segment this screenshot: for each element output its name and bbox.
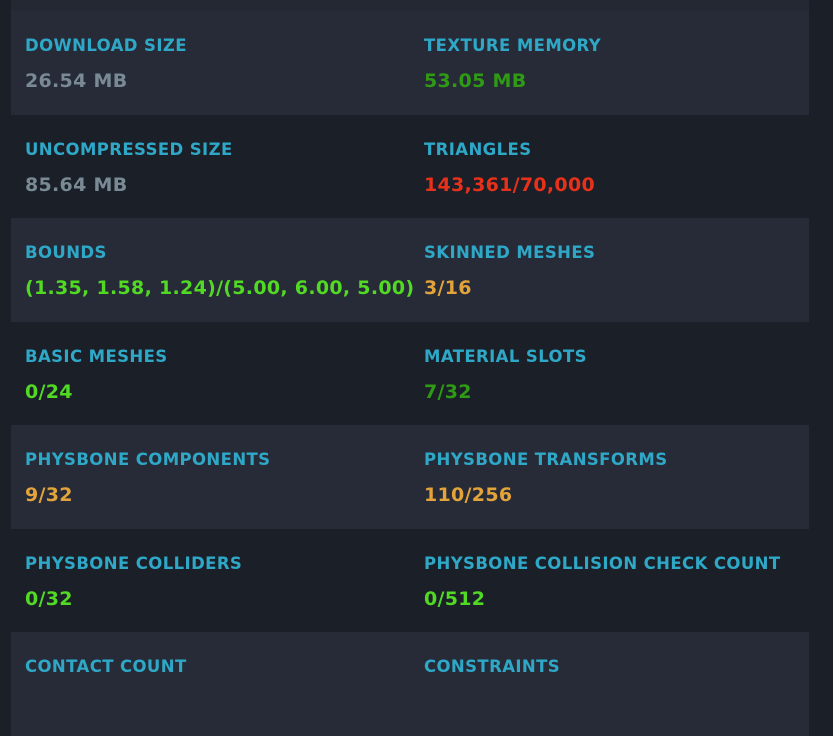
stat-value: 0/32	[25, 587, 73, 610]
stat-label: CONSTRAINTS	[424, 657, 561, 676]
stat-value: 26.54 MB	[25, 70, 128, 92]
stat-label: SKINNED MESHES	[424, 243, 596, 262]
stat-label: UNCOMPRESSED SIZE	[25, 139, 233, 159]
stat-value: (1.35, 1.58, 1.24)/(5.00, 6.00, 5.00)	[25, 277, 415, 299]
stat-label: MATERIAL SLOTS	[424, 346, 587, 366]
stats-row: CONTACT COUNT CONSTRAINTS	[11, 632, 809, 736]
stats-row: PHYSBONE COLLIDERS 0/32 PHYSBONE COLLISI…	[11, 529, 809, 633]
stat-label: BOUNDS	[25, 243, 107, 262]
stat-label: PHYSBONE COLLISION CHECK COUNT	[424, 553, 781, 573]
stat-label: BASIC MESHES	[25, 346, 168, 366]
stats-row: BOUNDS (1.35, 1.58, 1.24)/(5.00, 6.00, 5…	[11, 218, 809, 322]
stat-label: TRIANGLES	[424, 139, 532, 159]
stat-value: 143,361/70,000	[424, 173, 595, 196]
performance-stats-grid: DOWNLOAD SIZE 26.54 MB TEXTURE MEMORY 53…	[11, 11, 809, 736]
stat-value: 53.05 MB	[424, 70, 527, 92]
stat-value: 0/24	[25, 380, 73, 403]
stats-row: DOWNLOAD SIZE 26.54 MB TEXTURE MEMORY 53…	[11, 11, 809, 115]
stat-value: 0/512	[424, 587, 486, 610]
stat-label: TEXTURE MEMORY	[424, 36, 602, 55]
stats-row: UNCOMPRESSED SIZE 85.64 MB TRIANGLES 143…	[11, 115, 809, 219]
top-strip	[11, 0, 809, 11]
stat-value: 85.64 MB	[25, 173, 128, 196]
stat-value: 9/32	[25, 484, 73, 506]
stat-label: CONTACT COUNT	[25, 657, 187, 676]
stat-label: PHYSBONE COLLIDERS	[25, 553, 243, 573]
stat-value: 110/256	[424, 484, 513, 506]
stats-row: BASIC MESHES 0/24 MATERIAL SLOTS 7/32	[11, 322, 809, 426]
stat-label: DOWNLOAD SIZE	[25, 36, 187, 55]
stats-row: PHYSBONE COMPONENTS 9/32 PHYSBONE TRANSF…	[11, 425, 809, 529]
stat-value: 3/16	[424, 277, 472, 299]
stat-value: 7/32	[424, 380, 472, 403]
stat-label: PHYSBONE TRANSFORMS	[424, 450, 668, 469]
stat-label: PHYSBONE COMPONENTS	[25, 450, 271, 469]
